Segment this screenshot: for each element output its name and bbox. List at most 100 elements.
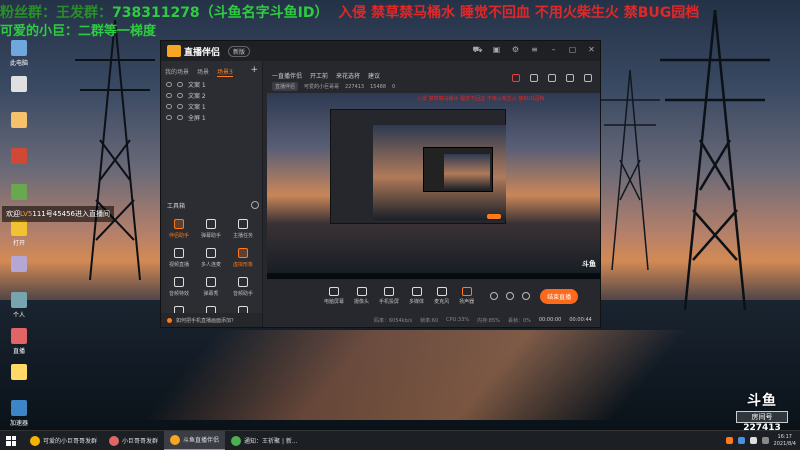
desktop-icon[interactable]: 直播 xyxy=(2,324,36,360)
live-tool-button[interactable]: 麦克风 xyxy=(434,287,449,305)
desktop-app-icon xyxy=(11,256,27,272)
lock-icon[interactable] xyxy=(177,104,183,109)
taskbar-item[interactable]: 斗鱼直播伴侣 xyxy=(164,430,226,450)
record-timer: 00:00:44 xyxy=(569,317,592,323)
tab-scene[interactable]: 场景 xyxy=(197,67,209,77)
tool-icon xyxy=(238,277,248,287)
preview-nested-window-2 xyxy=(423,147,493,192)
room-link[interactable]: 一直播伴侣 xyxy=(272,71,302,80)
overlay-rules: 入侵 禁草禁马桶水 睡觉不回血 不用火柴生火 禁BUG园档 xyxy=(338,5,700,21)
maximize-icon[interactable]: ▢ xyxy=(568,45,577,54)
desktop-icon[interactable]: 加速器 xyxy=(2,396,36,432)
desktop-icons: 此电脑 打开 个人 直播 加速器 xyxy=(2,36,36,432)
hint-bar[interactable]: 如何把手机直播画面添加？ xyxy=(161,313,262,327)
taskbar-item-label: 通知：王祈聚 | 新... xyxy=(244,438,298,445)
desktop-icon[interactable] xyxy=(2,108,36,144)
status-bar: 码率：6054kb/s 帧率:60 CPU:33% 内存:85% 丢帧：0% 0… xyxy=(264,313,600,327)
douyu-watermark: 斗鱼 房间号 227413 xyxy=(736,390,788,433)
tool-icon xyxy=(206,277,216,287)
live-tool-button[interactable]: 电脑屏幕 xyxy=(324,287,344,305)
desktop-icon[interactable]: 此电脑 xyxy=(2,36,36,72)
room-title[interactable]: 可爱的小巨哥哥 xyxy=(304,83,339,90)
tool-button[interactable]: 主播任务 xyxy=(227,219,259,239)
tool-label: 音频特效 xyxy=(168,291,189,297)
live-tool-button[interactable]: 摄像头 xyxy=(354,287,369,305)
tool-button[interactable]: 虚拟形象 xyxy=(227,248,259,268)
lock-icon[interactable] xyxy=(177,93,183,98)
source-item[interactable]: 文案 1 xyxy=(161,101,262,112)
status-cpu: CPU:33% xyxy=(446,317,470,323)
tool-button[interactable]: 音频特效 xyxy=(163,277,195,297)
eye-icon[interactable] xyxy=(166,104,172,109)
settings-icon[interactable]: ⚙ xyxy=(511,45,520,54)
eye-icon[interactable] xyxy=(166,93,172,98)
tool-button[interactable]: 弹幕助手 xyxy=(195,219,227,239)
clock[interactable]: 16:17 2021/8/4 xyxy=(774,434,796,448)
share-icon[interactable] xyxy=(584,74,592,82)
windows-start-icon[interactable] xyxy=(6,435,16,446)
tool-button[interactable]: 多人连麦 xyxy=(195,248,227,268)
live-tool-label: 多媒体 xyxy=(409,299,425,305)
live-tool-button[interactable]: 手机投屏 xyxy=(379,287,399,305)
end-live-button[interactable]: 结束直播 xyxy=(540,288,579,304)
add-scene-icon[interactable]: + xyxy=(250,66,258,77)
bell-icon[interactable] xyxy=(566,74,574,82)
tool-button[interactable]: 弹幕秀 xyxy=(195,277,227,297)
eye-icon[interactable] xyxy=(166,82,172,87)
copy-icon[interactable] xyxy=(530,74,538,82)
live-tool-button[interactable]: 多媒体 xyxy=(409,287,424,305)
room-link[interactable]: 来花选将 xyxy=(336,71,360,80)
power-tower-right xyxy=(660,10,770,310)
tray-network-icon[interactable] xyxy=(737,437,745,444)
eye-icon[interactable] xyxy=(506,292,515,300)
lock-icon[interactable] xyxy=(177,115,183,120)
tab-my-scenes[interactable]: 我的场景 xyxy=(165,67,189,77)
room-link[interactable]: 开工前 xyxy=(310,71,328,80)
source-item[interactable]: 全屏 1 xyxy=(161,112,262,123)
camera-icon[interactable] xyxy=(490,292,499,300)
desktop-icon[interactable]: 个人 xyxy=(2,288,36,324)
lock-icon[interactable] xyxy=(177,82,183,87)
tool-button[interactable]: 音频助手 xyxy=(227,277,259,297)
desktop-icon[interactable] xyxy=(2,252,36,288)
tools-title: 工具箱 xyxy=(167,203,186,210)
desktop-icon[interactable] xyxy=(2,144,36,180)
close-icon[interactable]: ✕ xyxy=(587,45,596,54)
eye-icon[interactable] xyxy=(166,115,172,120)
tray-app-icon[interactable] xyxy=(725,437,733,444)
tab-scene-3[interactable]: 场景3 xyxy=(217,67,233,77)
edit-icon[interactable] xyxy=(548,74,556,82)
stream-preview[interactable]: 入侵 禁草禁马桶水 睡觉不回血 不用火柴生火 禁BUG园档 斗鱼 xyxy=(267,93,600,279)
taskbar-item[interactable]: 小巨哥哥发群 xyxy=(103,431,164,450)
desktop-app-icon xyxy=(11,220,27,236)
preview-overlay-rules: 入侵 禁草禁马桶水 睡觉不回血 不用火柴生火 禁BUG园档 xyxy=(417,96,545,102)
cart-icon[interactable]: ⛟ xyxy=(472,45,482,54)
preview-nested-canvas-2 xyxy=(444,154,490,190)
source-item[interactable]: 文案 1 xyxy=(161,79,262,90)
desktop-icon[interactable] xyxy=(2,72,36,108)
desktop-icon[interactable] xyxy=(2,360,36,396)
tool-button[interactable]: 伴侣助手 xyxy=(163,219,195,239)
version-button[interactable]: 新版 xyxy=(228,45,251,57)
tray-ime-icon[interactable] xyxy=(761,437,769,444)
tool-button[interactable]: 视频直播 xyxy=(163,248,195,268)
live-tool-icon xyxy=(356,287,367,296)
source-list: 文案 1 文案 2 文案 1 全屏 1 xyxy=(161,79,262,123)
menu-icon[interactable]: ≡ xyxy=(530,45,539,54)
app-titlebar[interactable]: 直播伴侣 新版 ⛟ ▣ ⚙ ≡ – ▢ ✕ xyxy=(161,41,600,61)
notification-icon[interactable] xyxy=(512,74,520,82)
douyu-logo: 斗鱼 xyxy=(747,393,777,409)
taskbar-item[interactable]: 通知：王祈聚 | 新... xyxy=(225,431,304,450)
tools-more-icon[interactable] xyxy=(251,201,259,209)
gift-icon[interactable]: ▣ xyxy=(492,45,501,54)
tray-volume-icon[interactable] xyxy=(749,437,757,444)
live-tool-button[interactable]: 扬声器 xyxy=(459,287,474,305)
room-link[interactable]: 建议 xyxy=(368,71,380,80)
taskbar-item[interactable]: 可爱的小巨哥哥发群 xyxy=(24,431,103,450)
desktop-icon-label: 加速器 xyxy=(9,420,28,427)
notice-text: 111号45456进入直播间 xyxy=(32,210,111,218)
minimize-icon[interactable]: – xyxy=(549,45,558,54)
wallpaper-river xyxy=(142,330,688,420)
gear-icon[interactable] xyxy=(522,292,531,300)
source-item[interactable]: 文案 2 xyxy=(161,90,262,101)
